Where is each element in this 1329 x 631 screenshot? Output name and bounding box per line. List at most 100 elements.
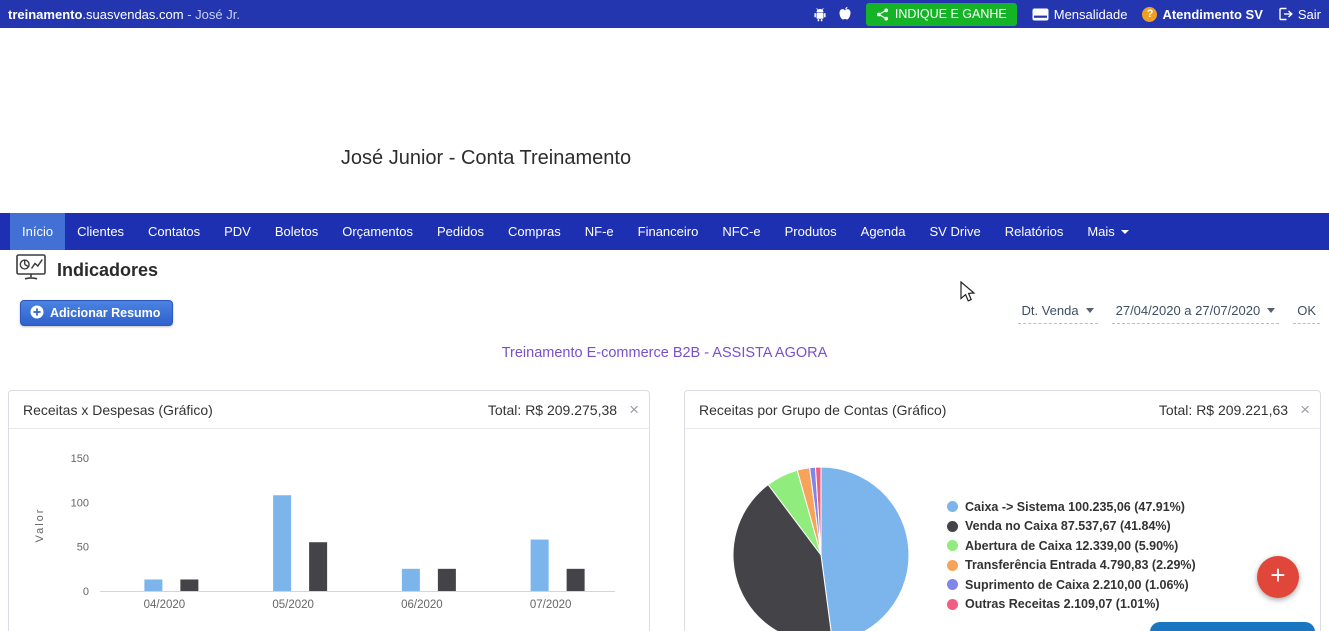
add-resumo-label: Adicionar Resumo [50,306,161,320]
chevron-down-icon [1085,308,1094,313]
mensalidade-button[interactable]: Mensalidade [1032,7,1127,22]
bar-receitas-06-2020[interactable] [401,568,420,591]
nav-item-label: NFC-e [722,224,761,239]
nav-item-relatorios[interactable]: Relatórios [993,213,1076,250]
nav-item-boletos[interactable]: Boletos [263,213,330,250]
legend-dot-icon [947,598,958,610]
nav-item-label: Pedidos [437,224,484,239]
add-resumo-button[interactable]: Adicionar Resumo [20,300,174,326]
nav-item-pedidos[interactable]: Pedidos [425,213,496,250]
legend-item-suprimento-de-caixa[interactable]: Suprimento de Caixa 2.210,00 (1.06%) [947,575,1196,595]
legend-item-label: Venda no Caixa 87.537,67 (41.84%) [965,519,1171,534]
y-tick-label: 50 [77,542,89,554]
legend-dot-icon [947,559,958,571]
fab-plus-label: + [1270,560,1286,590]
nav-item-label: Clientes [77,224,125,239]
nav-item-label: SV Drive [929,224,981,239]
legend-item-venda-no-caixa[interactable]: Venda no Caixa 87.537,67 (41.84%) [947,517,1196,537]
nav-item-clientes[interactable]: Clientes [65,213,136,250]
date-field-label: Dt. Venda [1021,303,1079,318]
chevron-down-icon [1267,308,1276,313]
legend-item-caixa-sistema[interactable]: Caixa -> Sistema 100.235,06 (47.91%) [947,497,1196,517]
nav-item-nfc-e[interactable]: NFC-e [710,213,772,250]
nav-item-label: Boletos [274,224,319,239]
bar-despesas-06-2020[interactable] [437,568,456,591]
nav-item-inicio[interactable]: Início [10,213,66,250]
promo-link[interactable]: Treinamento E-commerce B2B - ASSISTA AGO… [502,345,828,361]
sair-button[interactable]: Sair [1278,7,1321,22]
ok-label: OK [1297,303,1316,318]
y-tick-label: 0 [83,586,89,598]
nav-item-agenda[interactable]: Agenda [849,213,918,250]
nav-item-label: Orçamentos [342,224,414,239]
nav-item-pdv[interactable]: PDV [212,213,263,250]
y-tick-label: 100 [71,497,89,509]
x-tick-label: 04/2020 [144,599,186,611]
nav-item-nf-e[interactable]: NF-e [573,213,626,250]
pie-chart [732,466,910,631]
billing-card-icon [1032,8,1049,21]
x-tick-label: 05/2020 [272,599,314,611]
nav-item-sv-drive[interactable]: SV Drive [918,213,993,250]
bar-receitas-04-2020[interactable] [144,579,163,591]
indicators-section-head: Indicadores [16,254,158,286]
legend-dot-icon [947,520,958,532]
sair-label: Sair [1297,6,1321,22]
chevron-down-icon [1120,229,1129,234]
nav-item-label: PDV [224,224,251,239]
apple-icon[interactable] [838,6,852,22]
card-receitas-despesas: Receitas x Despesas (Gráfico) Total: R$ … [8,390,650,631]
close-icon[interactable]: × [1300,401,1310,418]
android-icon[interactable] [813,7,827,22]
nav-item-financeiro[interactable]: Financeiro [626,213,711,250]
mouse-cursor-icon [960,280,978,310]
account-title: José Junior - Conta Treinamento [340,147,632,169]
nav-item-label: Início [22,224,54,239]
nav-item-label: Mais [1087,224,1115,239]
nav-item-mais[interactable]: Mais [1075,213,1140,250]
legend-dot-icon [947,501,958,513]
atendimento-label: Atendimento SV [1162,6,1263,22]
legend-item-label: Abertura de Caixa 12.339,00 (5.90%) [965,538,1179,553]
topbar-user-label: - José Jr. [187,6,240,22]
close-icon[interactable]: × [629,401,639,418]
card-title: Receitas x Despesas (Gráfico) [23,401,213,418]
legend-item-abertura-de-caixa[interactable]: Abertura de Caixa 12.339,00 (5.90%) [947,536,1196,556]
indicators-heading: Indicadores [57,259,159,280]
card-receitas-grupo: Receitas por Grupo de Contas (Gráfico) T… [684,390,1321,631]
indique-ganhe-label: INDIQUE E GANHE [894,7,1007,21]
legend-dot-icon [947,540,958,552]
fab-add-button[interactable]: + [1257,556,1299,598]
nav-item-label: Agenda [860,224,906,239]
legend-item-outras-receitas[interactable]: Outras Receitas 2.109,07 (1.01%) [947,595,1196,615]
date-field-select[interactable]: Dt. Venda [1017,303,1098,324]
nav-item-produtos[interactable]: Produtos [773,213,849,250]
bar-despesas-04-2020[interactable] [180,579,199,591]
date-range-select[interactable]: 27/04/2020 a 27/07/2020 [1111,303,1280,324]
chat-widget-collapsed[interactable] [1150,622,1315,631]
ok-button[interactable]: OK [1293,303,1320,324]
pie-slice-caixa-sistema[interactable] [820,466,910,631]
legend-dot-icon [947,579,958,591]
atendimento-button[interactable]: ? Atendimento SV [1142,6,1263,22]
nav-item-orcamentos[interactable]: Orçamentos [330,213,425,250]
bar-receitas-07-2020[interactable] [530,539,549,591]
legend-item-label: Caixa -> Sistema 100.235,06 (47.91%) [965,499,1185,514]
x-tick-label: 07/2020 [530,599,572,611]
legend-item-label: Transferência Entrada 4.790,83 (2.29%) [965,558,1196,573]
nav-item-contatos[interactable]: Contatos [136,213,212,250]
legend-item-transferencia-entrada[interactable]: Transferência Entrada 4.790,83 (2.29%) [947,556,1196,576]
pie-legend: Caixa -> Sistema 100.235,06 (47.91%) Vend… [947,497,1196,614]
bar-chart: 0 50 100 150 Valor 04/2020 05/2020 06/2020 07/20… [34,453,615,611]
topbar: treinamento.suasvendas.com - José Jr. IN… [0,0,1329,28]
indique-ganhe-button[interactable]: INDIQUE E GANHE [865,2,1017,26]
card-total: Total: R$ 209.221,63 [1158,401,1289,418]
nav-item-label: Contatos [148,224,201,239]
nav-item-compras[interactable]: Compras [496,213,573,250]
bar-receitas-05-2020[interactable] [273,495,292,591]
bar-despesas-07-2020[interactable] [566,568,585,591]
nav-item-label: Financeiro [637,224,699,239]
bar-despesas-05-2020[interactable] [309,542,328,591]
promo-row: Treinamento E-commerce B2B - ASSISTA AGO… [0,344,1329,362]
nav-item-label: NF-e [584,224,614,239]
